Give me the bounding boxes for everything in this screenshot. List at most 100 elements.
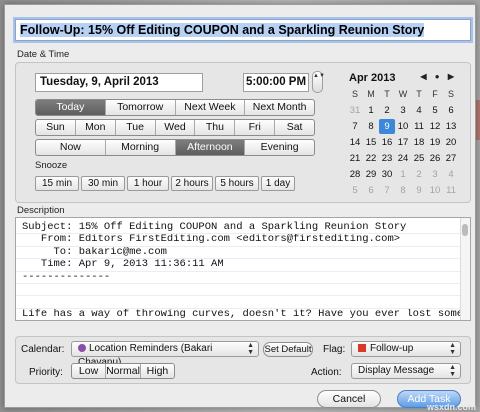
description-label: Description [17,205,65,216]
calendar-day[interactable]: 6 [363,183,379,198]
weekday-sat-button[interactable]: Sat [274,120,314,135]
time-field[interactable]: 5:00:00 PM [243,73,309,92]
calendar-day[interactable]: 28 [347,167,363,182]
calendar-day[interactable]: 15 [363,135,379,150]
calendar-day[interactable]: 5 [427,103,443,118]
calendar-nav-icons[interactable]: ◀ ● ▶ [420,72,457,81]
scrollbar-thumb[interactable] [462,224,468,236]
calendar-day[interactable]: 5 [347,183,363,198]
calendar-day[interactable]: 7 [347,119,363,134]
mini-calendar: Apr 2013 ◀ ● ▶ S M T W T F S 31 1 2 3 4 5 6 7 8 9 10 11 12 1… [345,72,459,198]
snooze-1-hour-button[interactable]: 1 hour [127,176,169,191]
calendar-day[interactable]: 13 [443,119,459,134]
weekday-thu-button[interactable]: Thu [194,120,234,135]
calendar-day[interactable]: 24 [395,151,411,166]
snooze-1-day-button[interactable]: 1 day [261,176,295,191]
set-default-button[interactable]: Set Default [263,342,313,357]
weekday-mon-button[interactable]: Mon [74,120,115,135]
calendar-day[interactable]: 21 [347,151,363,166]
calendar-day[interactable]: 25 [411,151,427,166]
priority-high-button[interactable]: High [139,364,174,378]
popup-arrows-icon: ▲ ▼ [449,364,456,378]
calendar-day[interactable]: 20 [443,135,459,150]
calendar-day[interactable]: 4 [443,167,459,182]
watermark: wsxdn.com [426,402,476,412]
calendar-day[interactable]: 8 [395,183,411,198]
calendar-day[interactable]: 18 [411,135,427,150]
calendar-day[interactable]: 9 [379,119,395,134]
popup-arrows-icon: ▲ ▼ [247,342,254,356]
calendar-day[interactable]: 7 [379,183,395,198]
tod-afternoon-button[interactable]: Afternoon [174,140,245,155]
calendar-day[interactable]: 11 [443,183,459,198]
calendar-dow: T [384,89,390,99]
tod-evening-button[interactable]: Evening [244,140,314,155]
snooze-15-min-button[interactable]: 15 min [35,176,79,191]
calendar-day[interactable]: 1 [395,167,411,182]
priority-group: Low Normal High [71,363,175,379]
tod-morning-button[interactable]: Morning [104,140,175,155]
flag-popup-value: Follow-up [370,343,414,354]
description-scrollbar[interactable] [460,218,470,320]
task-title-input[interactable]: Follow-Up: 15% Off Editing COUPON and a … [15,19,471,41]
calendar-day[interactable]: 3 [395,103,411,118]
weekday-group: Sun Mon Tue Wed Thu Fri Sat [35,119,315,136]
calendar-day[interactable]: 4 [411,103,427,118]
date-time-label: Date & Time [17,49,70,60]
priority-normal-button[interactable]: Normal [105,364,140,378]
cancel-button[interactable]: Cancel [317,390,381,408]
description-rule [16,320,460,321]
calendar-day[interactable]: 12 [427,119,443,134]
flag-popup[interactable]: Follow-up ▲ ▼ [351,341,461,357]
calendar-day[interactable]: 6 [443,103,459,118]
action-popup[interactable]: Display Message ▲ ▼ [351,363,461,379]
calendar-day[interactable]: 29 [363,167,379,182]
calendar-day[interactable]: 2 [411,167,427,182]
snooze-5-hours-button[interactable]: 5 hours [215,176,259,191]
calendar-day[interactable]: 27 [443,151,459,166]
calendar-day[interactable]: 16 [379,135,395,150]
calendar-day[interactable]: 9 [411,183,427,198]
calendar-day[interactable]: 17 [395,135,411,150]
snooze-30-min-button[interactable]: 30 min [81,176,125,191]
calendar-day[interactable]: 8 [363,119,379,134]
calendar-popup[interactable]: Location Reminders (Bakari Chavanu) ▲▼ [71,341,259,368]
calendar-day[interactable]: 30 [379,167,395,182]
calendar-day[interactable]: 23 [379,151,395,166]
calendar-dow: M [367,89,375,99]
description-line: From: Editors FirstEditing.com <editors@… [22,233,401,246]
calendar-day[interactable]: 11 [411,119,427,134]
day-next-week-button[interactable]: Next Week [174,100,245,115]
weekday-wed-button[interactable]: Wed [154,120,195,135]
day-next-month-button[interactable]: Next Month [244,100,314,115]
calendar-day[interactable]: 26 [427,151,443,166]
popup-arrows-icon: ▲ ▼ [449,342,456,356]
calendar-day[interactable]: 31 [347,103,363,118]
weekday-tue-button[interactable]: Tue [114,120,155,135]
tod-now-button[interactable]: Now [36,140,105,155]
time-stepper[interactable]: ▲▼ [312,71,325,93]
calendar-dow: S [447,89,454,99]
calendar-day[interactable]: 1 [363,103,379,118]
weekday-fri-button[interactable]: Fri [234,120,274,135]
description-line [22,283,470,295]
calendar-day[interactable]: 10 [395,119,411,134]
calendar-day[interactable]: 10 [427,183,443,198]
calendar-day[interactable]: 14 [347,135,363,150]
description-rule [16,270,460,272]
calendar-day[interactable]: 3 [427,167,443,182]
snooze-2-hours-button[interactable]: 2 hours [171,176,213,191]
task-title-text: Follow-Up: 15% Off Editing COUPON and a … [20,23,425,37]
calendar-day[interactable]: 2 [379,103,395,118]
day-tomorrow-button[interactable]: Tomorrow [104,100,175,115]
date-field[interactable]: Tuesday, 9, April 2013 [35,73,203,92]
priority-low-button[interactable]: Low [72,364,105,378]
calendar-day[interactable]: 19 [427,135,443,150]
description-textarea[interactable]: Subject: 15% Off Editing COUPON and a Sp… [15,217,471,321]
calendar-day[interactable]: 22 [363,151,379,166]
weekday-sun-button[interactable]: Sun [36,120,75,135]
day-shortcut-group: Today Tomorrow Next Week Next Month [35,99,315,116]
description-line: To: bakaric@me.com [22,245,167,258]
day-today-button[interactable]: Today [36,100,105,115]
flag-label: Flag: [323,344,346,355]
